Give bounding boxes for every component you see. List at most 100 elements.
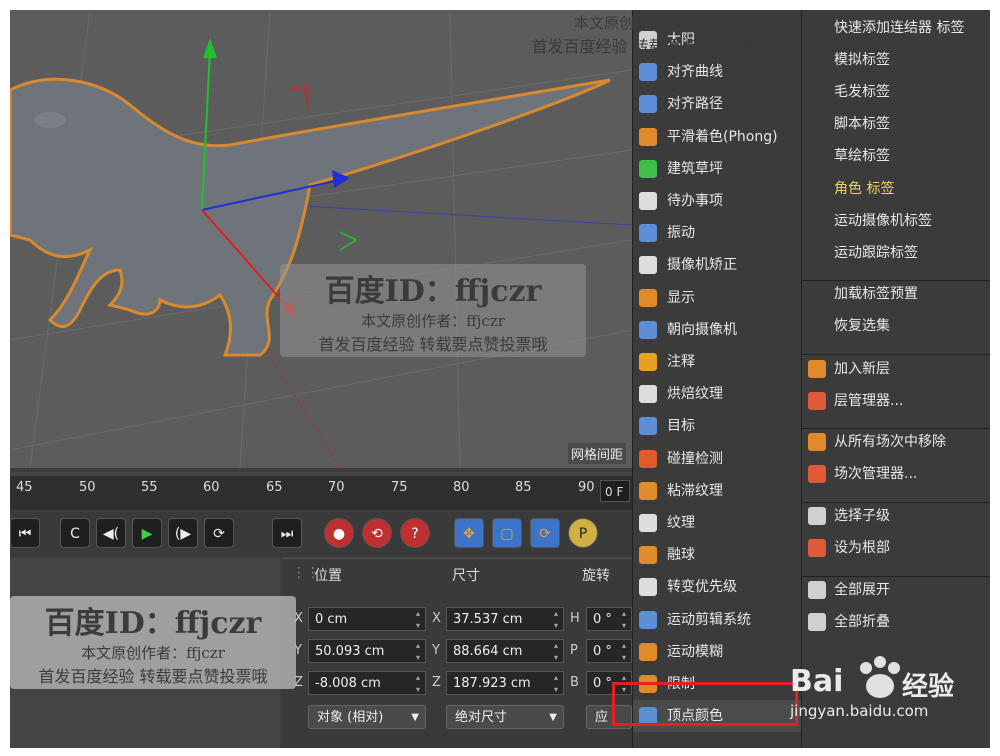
menu-item-vibrate[interactable]: 振动 [633,217,801,249]
context-menu-item[interactable]: 草绘标签 [802,140,990,172]
annotation-icon [639,353,657,371]
context-menu-label: 加入新层 [834,361,890,377]
watermark-author: 本文原创作者：ffjczr [574,14,718,32]
menu-item-annotation[interactable]: 注释 [633,346,801,378]
menu-item-align-path[interactable]: 对齐路径 [633,88,801,120]
move-key-button[interactable]: ✥ [454,518,484,548]
context-menu-item[interactable]: 选择子级 [802,500,990,532]
menu-item-display[interactable]: 显示 [633,282,801,314]
menu-item-label: 对齐路径 [667,96,723,113]
menu-item-motion-blur[interactable]: 运动模糊 [633,636,801,668]
context-menu-label: 从所有场次中移除 [834,434,946,450]
scale-key-button[interactable]: ▢ [492,518,522,548]
axis-label: B [570,675,579,690]
menu-item-camera-calibrate[interactable]: 摄像机矫正 [633,249,801,281]
context-menu-item[interactable]: 运动跟踪标签 [802,237,990,269]
context-menu-item[interactable]: 设为根部 [802,532,990,564]
play-button[interactable]: ▶ [132,518,162,548]
go-to-start-button[interactable]: ⏮ [10,518,40,548]
current-frame-field[interactable]: 0 F [600,480,630,502]
axis-label: H [570,611,580,626]
menu-item-label: 融球 [667,547,695,564]
menu-item-target[interactable]: 目标 [633,410,801,442]
context-menu-item[interactable]: 脚本标签 [802,108,990,140]
3d-viewport[interactable]: 网格间距 [10,10,632,468]
auto-key-button[interactable]: ⟲ [362,518,392,548]
context-menu-label: 加载标签预置 [834,286,918,302]
phong-icon [639,127,657,146]
look-at-camera-icon [639,320,657,339]
menu-item-label: 振动 [667,225,695,242]
watermark-author: 本文原创作者：ffjczr [81,644,225,662]
context-menu-item[interactable]: 全部展开 [802,574,990,606]
timeline-tick: 45 [16,480,33,495]
timeline-ruler[interactable]: 45 50 55 60 65 70 75 80 85 90 0 F [10,472,632,510]
key-help-button[interactable]: ? [400,518,430,548]
layer-manager-icon [808,392,826,410]
menu-item-todo[interactable]: 待办事项 [633,185,801,217]
context-menu-item[interactable]: 层管理器... [802,385,990,417]
context-menu-item[interactable]: 全部折叠 [802,606,990,638]
previous-frame-button[interactable]: ◀( [96,518,126,548]
priority-icon [639,578,657,597]
menu-item-priority[interactable]: 转变优先级 [633,571,801,603]
position-z-field[interactable]: -8.008 cm [308,671,426,696]
context-menu-label: 全部折叠 [834,614,890,630]
baidu-url-text: jingyan.baidu.com [790,702,929,720]
context-menu-item[interactable]: 加入新层 [802,353,990,385]
rotation-h-field[interactable]: 0 ° [586,607,632,632]
menu-item-label: 摄像机矫正 [667,257,737,274]
timeline-tick: 85 [515,480,532,495]
context-menu-item[interactable]: 场次管理器... [802,458,990,490]
context-menu-item[interactable]: 从所有场次中移除 [802,426,990,458]
go-to-end-button[interactable]: ⏭ [272,518,302,548]
menu-item-align-curve[interactable]: 对齐曲线 [633,56,801,88]
size-x-field[interactable]: 37.537 cm [446,607,564,632]
watermark-notice: 首发百度经验 转载要点赞投票哦 [531,37,761,56]
context-menu-item[interactable]: 毛发标签 [802,76,990,108]
menu-item-collision[interactable]: 碰撞检测 [633,443,801,475]
coordinate-mode-dropdown[interactable]: 对象 (相对) ▼ [308,705,426,729]
menu-item-motion-clip[interactable]: 运动剪辑系统 [633,604,801,636]
parameter-key-button[interactable]: P [568,518,598,548]
menu-item-label: 运动模糊 [667,643,723,660]
transport-bar: ⏮ C ◀( ▶ (▶ ⟳ ⏭ ● ⟲ ? ✥ ▢ ⟳ P [10,512,632,556]
record-active-button[interactable]: ● [324,518,354,548]
context-menu-item[interactable]: 加载标签预置 [802,278,990,310]
menu-item-texture[interactable]: 纹理 [633,507,801,539]
metaball-icon [639,546,657,565]
size-mode-dropdown[interactable]: 绝对尺寸 ▼ [446,705,564,729]
menu-item-label: 显示 [667,289,695,306]
position-y-field[interactable]: 50.093 cm [308,639,426,664]
previous-key-button[interactable]: C [60,518,90,548]
rotation-p-field[interactable]: 0 ° [586,639,632,664]
menu-item-sticky-texture[interactable]: 粘滞纹理 [633,475,801,507]
size-z-field[interactable]: 187.923 cm [446,671,564,696]
next-key-button[interactable]: ⟳ [204,518,234,548]
menu-item-look-at-camera[interactable]: 朝向摄像机 [633,314,801,346]
viewport-scene [10,10,632,468]
position-x-field[interactable]: 0 cm [308,607,426,632]
display-icon [639,288,657,307]
context-menu-item[interactable]: 快速添加连结器 标签 [802,12,990,44]
menu-item-bake-texture[interactable]: 烘焙纹理 [633,378,801,410]
menu-item-metaball[interactable]: 融球 [633,539,801,571]
rotate-key-button[interactable]: ⟳ [530,518,560,548]
context-menu-label: 选择子级 [834,508,890,524]
context-menu-item[interactable]: 恢复选集 [802,310,990,342]
context-menu-item[interactable]: 运动摄像机标签 [802,205,990,237]
menu-item-label: 平滑着色(Phong) [667,128,778,145]
context-menu-label: 草绘标签 [834,148,890,164]
context-menu-label: 设为根部 [834,540,890,556]
menu-item-phong[interactable]: 平滑着色(Phong) [633,121,801,153]
timeline-tick: 80 [453,480,470,495]
context-menu-item[interactable]: 角色 标签 [802,173,990,205]
baidu-jingyan-text: 经验 [902,672,955,702]
texture-icon [639,514,657,532]
next-frame-button[interactable]: (▶ [168,518,198,548]
menu-item-label: 对齐曲线 [667,64,723,81]
context-menu-label: 毛发标签 [834,84,890,100]
menu-item-grass[interactable]: 建筑草坪 [633,153,801,185]
context-menu-item[interactable]: 模拟标签 [802,44,990,76]
size-y-field[interactable]: 88.664 cm [446,639,564,664]
